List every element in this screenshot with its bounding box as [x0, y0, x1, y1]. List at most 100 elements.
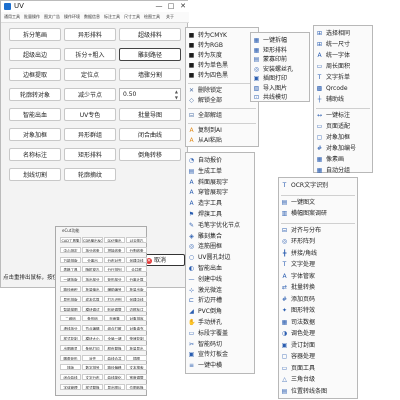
menu-item[interactable]: ⇄ 批量转换	[279, 283, 357, 292]
panel-button[interactable]: 分离出	[82, 256, 103, 263]
menu-item[interactable]: A 复制到AI	[186, 126, 258, 135]
menu-item[interactable]: ⊞ 统一尺寸	[314, 40, 372, 49]
close-curve-button[interactable]: 闭合曲线	[119, 128, 181, 141]
node-spinner[interactable]: 0.50 ▲ ▼	[119, 88, 181, 101]
panel-button[interactable]: 矩形部分	[104, 276, 125, 283]
panel-button[interactable]: 边框标注	[126, 305, 147, 312]
panel-button[interactable]: 创建中线	[126, 256, 147, 263]
minimize-button[interactable]: —	[153, 1, 165, 12]
outline-pattern-button[interactable]: 轮廓摘纹	[64, 168, 116, 181]
panel-button[interactable]: 对象填充	[126, 325, 147, 332]
menu-item[interactable]: ▤ 蒙寡印前	[251, 55, 309, 64]
wall-split-button[interactable]: 墙骤分割	[119, 68, 181, 81]
menu-item[interactable]: ▩ Qrcode	[314, 84, 372, 93]
object-frame-button[interactable]: 对象加框	[9, 128, 61, 141]
menu-item[interactable]: ◐ 智能出血	[186, 264, 254, 273]
panel-button[interactable]: 合并框	[126, 266, 147, 273]
menu-item[interactable]: ■ 转为CMYK	[186, 31, 258, 40]
panel-button[interactable]: 圆角矩形	[60, 354, 81, 361]
menu-item[interactable]: ┼ 辅助线	[314, 95, 372, 104]
panel-button[interactable]: CAD工具集	[60, 237, 81, 243]
panel-button[interactable]: 全局一键	[104, 335, 125, 341]
panel-button[interactable]: 节点编辑	[82, 325, 103, 332]
panel-button[interactable]: 条形码	[82, 315, 103, 322]
panel-button[interactable]: 拆分线条	[82, 246, 103, 253]
panel-button[interactable]: 出图精灵	[60, 344, 81, 351]
panel-button[interactable]: 插图	[126, 354, 147, 361]
menu-item[interactable]: ▭ 页面工具	[279, 364, 357, 373]
panel-button[interactable]: 位图转换	[126, 384, 147, 390]
panel-button[interactable]: 拼接线条	[104, 246, 125, 253]
panel-button[interactable]: 条码打印	[82, 344, 103, 351]
panel-button[interactable]: 模块调试	[82, 305, 103, 312]
split-import-button[interactable]: 拆分+粗入	[64, 48, 116, 61]
menu-item[interactable]: ▣ 烫订封面	[279, 341, 357, 350]
menu-item[interactable]: A 穿管展现字	[186, 188, 254, 197]
rect-nesting-button[interactable]: 矩形排料	[64, 148, 116, 161]
menu-item[interactable]: A 斜面展现字	[186, 178, 254, 187]
panel-button[interactable]: 对象排序	[126, 315, 147, 322]
panel-button[interactable]: 成本估算	[82, 295, 103, 302]
menu-item[interactable]: ▦ 矩形排料	[251, 46, 309, 55]
menu-item[interactable]: T OCR文字识别	[279, 181, 357, 190]
menu-item[interactable]: ▭ 页面适配	[314, 122, 372, 131]
menu-item[interactable]: ■ 转为单色黑	[186, 61, 258, 70]
menu-item[interactable]: ■ 转为RGB	[186, 41, 258, 50]
panel-button[interactable]: 文字分布	[82, 374, 103, 381]
panel-button[interactable]: 中心测定	[60, 246, 81, 253]
panel-button[interactable]: 分割线条	[126, 246, 147, 253]
panel-button[interactable]: 批量输出	[82, 286, 103, 292]
outline-to-object-button[interactable]: 轮廓转对象	[9, 88, 61, 101]
panel-button[interactable]: 宽度调整	[126, 374, 147, 381]
extract-border-button[interactable]: 边框提取	[9, 68, 61, 81]
super-nesting-button[interactable]: 超级排料	[119, 28, 181, 41]
panel-button[interactable]: 异形排版	[60, 295, 81, 302]
menu-item[interactable]: ▤ 位置转线条图	[279, 387, 357, 396]
menu-item[interactable]: ▤ 一键图文	[279, 198, 357, 207]
menu-item[interactable]: ◎ 安装螺丝孔	[251, 65, 309, 74]
panel-button[interactable]: 模块大小	[82, 335, 103, 341]
menu-item[interactable]: ◔ 自动报价	[186, 156, 254, 165]
menu-item[interactable]: ◇ 解锁全部	[186, 96, 258, 105]
shape-group-button[interactable]: 异形群组	[64, 128, 116, 141]
chamfer-button[interactable]: 倒角转移	[119, 148, 181, 161]
menu-batch[interactable]: 批量操作	[24, 13, 40, 21]
panel-button[interactable]: 表格工具	[60, 266, 81, 273]
close-button[interactable]: ✕	[177, 1, 189, 12]
menu-item[interactable]: ▦ 司法数据	[279, 318, 357, 327]
panel-button[interactable]: 分离计算	[126, 276, 147, 283]
menu-graphic[interactable]: 图文广告	[44, 13, 60, 21]
panel-button[interactable]: 曲线简化	[104, 374, 125, 381]
panel-button[interactable]: 闭合曲线	[60, 374, 81, 381]
menu-item[interactable]: # 对象加编号	[314, 144, 372, 153]
menu-item[interactable]: ⊟ 全部解组	[186, 111, 258, 120]
panel-button[interactable]: 导出图片	[104, 384, 125, 390]
panel-button[interactable]: 批量导出	[126, 344, 147, 351]
panel-button[interactable]: 一键拆版	[60, 276, 81, 283]
menu-item[interactable]: ◎ 环形阵列	[279, 237, 357, 246]
panel-button[interactable]: 拆出部分	[82, 276, 103, 283]
menu-item[interactable]: ▣ 插图打印	[251, 74, 309, 83]
panel-button[interactable]: 分布对齐	[104, 256, 125, 263]
menu-item[interactable]: ▢ 对象加框	[314, 133, 372, 142]
menu-item[interactable]: ✎ 毛笔字优化节点	[186, 221, 254, 230]
panel-button[interactable]: 智能描图	[60, 305, 81, 312]
panel-button[interactable]: 字体管理	[60, 384, 81, 390]
panel-button[interactable]: 批量出版	[126, 286, 147, 292]
menu-item[interactable]: T 文字处理	[279, 260, 357, 269]
menu-item[interactable]: A 字体管家	[279, 272, 357, 281]
menu-data[interactable]: 数据信息	[84, 13, 100, 21]
menu-item[interactable]: ✕ 删除锁定	[186, 86, 258, 95]
panel-button[interactable]: 页面集	[104, 315, 125, 322]
uv-spot-button[interactable]: UV专色	[64, 108, 116, 121]
super-bleed-button[interactable]: 超级出边	[9, 48, 61, 61]
menu-item[interactable]: ▭ 标段字覆盖	[186, 329, 254, 338]
smart-bleed-button[interactable]: 智能出血	[9, 108, 61, 121]
panel-button[interactable]: 万能排版	[60, 256, 81, 263]
menu-size[interactable]: 尺寸工具	[124, 13, 140, 21]
menu-item[interactable]: ○ UV圆孔封边	[186, 253, 254, 262]
reduce-nodes-button[interactable]: 减少节点	[64, 88, 116, 101]
menu-item[interactable]: ▤ 生成工单	[186, 167, 254, 176]
split-strokes-button[interactable]: 拆分笔画	[9, 28, 61, 41]
menu-item[interactable]: ▧ 导入图片	[251, 84, 309, 93]
